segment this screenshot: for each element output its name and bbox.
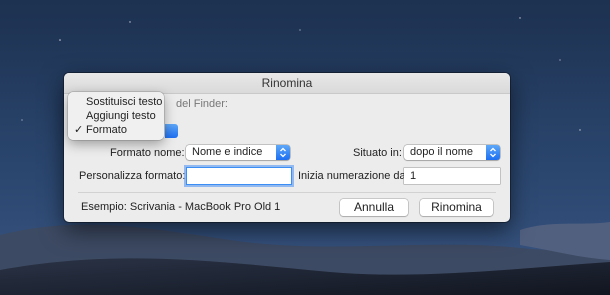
dialog-titlebar: Rinomina <box>64 73 510 94</box>
updown-chevron-icon <box>276 145 290 160</box>
start-number-field[interactable] <box>404 168 500 184</box>
name-format-value: Nome e indice <box>192 146 263 158</box>
menu-item-replace-text[interactable]: Sostituisci testo <box>68 95 164 109</box>
menu-item-label: Formato <box>86 124 127 136</box>
custom-format-input[interactable] <box>187 168 291 184</box>
separator <box>78 192 496 193</box>
menu-item-label: Sostituisci testo <box>86 96 163 108</box>
start-number-input[interactable] <box>404 168 500 184</box>
mode-popup-arrow[interactable] <box>165 124 178 138</box>
where-value: dopo il nome <box>410 146 473 158</box>
rename-mode-menu: Sostituisci testo Aggiungi testo ✓ Forma… <box>68 92 164 140</box>
checkmark-icon: ✓ <box>74 124 84 136</box>
menu-item-label: Aggiungi testo <box>86 110 156 122</box>
cancel-button[interactable]: Annulla <box>340 199 408 216</box>
name-format-popup[interactable]: Nome e indice <box>186 145 290 160</box>
where-label: Situato in: <box>353 147 402 159</box>
example-text: Esempio: Scrivania - MacBook Pro Old 1 <box>81 201 281 213</box>
menu-item-add-text[interactable]: Aggiungi testo <box>68 109 164 123</box>
updown-chevron-icon <box>486 145 500 160</box>
start-number-label: Inizia numerazione da: <box>298 170 409 182</box>
rename-button[interactable]: Rinomina <box>420 199 493 216</box>
custom-format-field[interactable] <box>187 168 291 184</box>
custom-format-label: Personalizza formato: <box>79 170 186 182</box>
where-popup[interactable]: dopo il nome <box>404 145 500 160</box>
obscured-header-text: del Finder: <box>176 98 228 110</box>
menu-item-format[interactable]: ✓ Formato <box>68 123 164 137</box>
name-format-label: Formato nome: <box>110 147 185 159</box>
dialog-title: Rinomina <box>261 76 313 90</box>
